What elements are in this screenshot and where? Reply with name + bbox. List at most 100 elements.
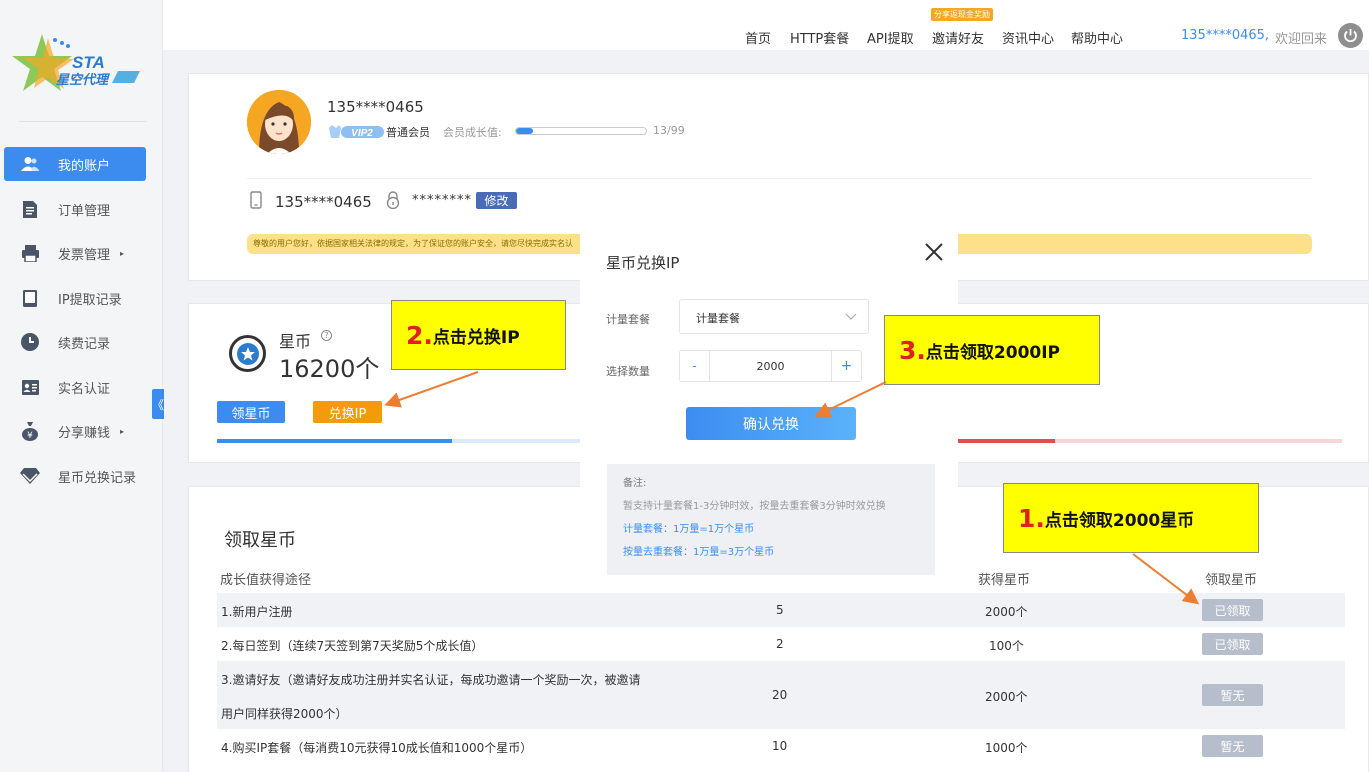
- unavailable-badge[interactable]: 暂无: [1202, 735, 1263, 757]
- callout-number: 1.: [1018, 503, 1045, 533]
- sidebar-collapse-button[interactable]: 《: [152, 389, 164, 419]
- exchange-ip-button[interactable]: 兑换IP: [313, 401, 382, 423]
- quantity-increment-button[interactable]: +: [831, 350, 862, 382]
- promo-badge: 分享返现金奖励: [931, 8, 993, 21]
- clock-icon: [20, 332, 40, 352]
- help-icon[interactable]: ?: [321, 330, 332, 341]
- growth-label: 会员成长值:: [443, 126, 502, 139]
- sidebar-item-share-earn[interactable]: ¥ 分享赚钱 ▸: [4, 414, 146, 448]
- modify-password-button[interactable]: 修改: [476, 192, 517, 209]
- table-row: 1.新用户注册 5 2000个 已领取: [217, 593, 1345, 627]
- package-label: 计量套餐: [606, 313, 650, 326]
- callout-text: 点击兑换IP: [432, 327, 520, 348]
- svg-text:STA: STA: [72, 53, 105, 72]
- row-coins: 2000个: [985, 605, 1028, 619]
- nav-invite-friends[interactable]: 邀请好友: [932, 28, 984, 47]
- growth-value: 13/99: [653, 124, 685, 137]
- star-coin-icon: [229, 335, 266, 372]
- package-value: 计量套餐: [696, 312, 740, 325]
- sidebar-item-ip-records[interactable]: IP提取记录: [4, 281, 146, 315]
- get-coins-button[interactable]: 领星币: [217, 401, 285, 423]
- row-growth: 10: [772, 739, 788, 753]
- svg-text:¥: ¥: [27, 431, 33, 441]
- sidebar-item-label: 实名认证: [58, 381, 111, 397]
- nav-api-extract[interactable]: API提取: [867, 28, 914, 47]
- notes-line: 暂支持计量套餐1-3分钟时效，按量去重套餐3分钟时效兑换: [623, 501, 886, 512]
- document-icon: [20, 199, 40, 219]
- row-growth: 2: [776, 637, 784, 651]
- callout-number: 2.: [406, 320, 433, 350]
- claimed-badge[interactable]: 已领取: [1202, 633, 1263, 655]
- quantity-input[interactable]: 2000: [710, 350, 831, 382]
- sidebar-item-coin-records[interactable]: 星币兑换记录: [4, 459, 146, 493]
- callout-text: 点击领取2000IP: [925, 342, 1061, 363]
- user-icon: [20, 154, 40, 174]
- sidebar-item-label: IP提取记录: [58, 292, 122, 308]
- svg-text:VIP2: VIP2: [351, 128, 373, 139]
- row-coins: 100个: [989, 639, 1024, 653]
- unavailable-badge[interactable]: 暂无: [1202, 684, 1263, 706]
- column-header-method: 成长值获得途径: [220, 573, 312, 588]
- row-growth: 5: [776, 603, 784, 617]
- sidebar-item-orders[interactable]: 订单管理: [4, 192, 146, 226]
- row-desc: 1.新用户注册: [221, 605, 293, 619]
- row-growth: 20: [772, 688, 788, 702]
- row-coins: 2000个: [985, 690, 1028, 704]
- sidebar-item-label: 续费记录: [58, 336, 111, 352]
- column-header-claim: 领取星币: [1205, 573, 1258, 588]
- member-type: 普通会员: [386, 126, 430, 139]
- printer-icon: [20, 243, 40, 263]
- row-desc: 4.购买IP套餐（每消费10元获得10成长值和1000个星币）: [221, 741, 533, 755]
- quantity-label: 选择数量: [606, 365, 650, 378]
- close-icon[interactable]: [921, 239, 947, 269]
- table-row: 2.每日签到（连续7天签到第7天奖励5个成长值） 2 100个 已领取: [217, 627, 1345, 661]
- row-desc: 用户同样获得2000个）: [221, 707, 348, 721]
- phone-icon: [250, 191, 262, 213]
- brand-logo[interactable]: STA 星空代理: [10, 28, 145, 103]
- sidebar-item-renewals[interactable]: 续费记录: [4, 325, 146, 359]
- row-desc: 3.邀请好友（邀请好友成功注册并实名认证，每成功邀请一个奖励一次，被邀请: [221, 673, 641, 687]
- quantity-decrement-button[interactable]: -: [679, 350, 710, 382]
- row-coins: 1000个: [985, 741, 1028, 755]
- table-row: 4.购买IP套餐（每消费10元获得10成长值和1000个星币） 10 1000个…: [217, 729, 1345, 763]
- table-row: 3.邀请好友（邀请好友成功注册并实名认证，每成功邀请一个奖励一次，被邀请 用户同…: [217, 661, 1345, 729]
- column-header-coins: 获得星币: [978, 573, 1031, 588]
- user-phone-link[interactable]: 135****0465,: [1181, 28, 1269, 43]
- sidebar-item-label: 分享赚钱: [58, 425, 111, 441]
- bound-phone: 135****0465: [275, 193, 372, 211]
- welcome-text: 欢迎回来: [1275, 32, 1328, 47]
- callout-step-2: 2. 点击兑换IP: [391, 300, 566, 370]
- logout-power-icon[interactable]: [1338, 23, 1363, 48]
- account-phone: 135****0465: [327, 98, 424, 116]
- vip-badge: VIP2: [327, 124, 385, 140]
- nav-home[interactable]: 首页: [745, 28, 771, 47]
- confirm-exchange-button[interactable]: 确认兑换: [686, 407, 856, 440]
- sidebar-item-my-account[interactable]: 我的账户: [4, 147, 146, 181]
- submenu-caret-icon: ▸: [120, 248, 125, 258]
- id-card-icon: [20, 377, 40, 397]
- claimed-badge[interactable]: 已领取: [1202, 599, 1263, 621]
- notes-line: 按量去重套餐：1万量=3万个星币: [623, 547, 775, 558]
- divider: [247, 178, 1312, 179]
- row-desc: 2.每日签到（连续7天签到第7天奖励5个成长值）: [221, 639, 484, 653]
- coin-progress-fill: [217, 439, 452, 443]
- callout-step-3: 3. 点击领取2000IP: [884, 315, 1100, 385]
- sidebar-item-label: 订单管理: [58, 203, 111, 219]
- notes-line: 计量套餐：1万量=1万个星币: [623, 524, 755, 535]
- nav-help[interactable]: 帮助中心: [1071, 28, 1123, 47]
- tablet-icon: [20, 288, 40, 308]
- nav-http-plans[interactable]: HTTP套餐: [790, 28, 849, 47]
- sidebar-item-verification[interactable]: 实名认证: [4, 370, 146, 404]
- callout-number: 3.: [899, 335, 926, 365]
- nav-news[interactable]: 资讯中心: [1002, 28, 1054, 47]
- callout-text: 点击领取2000星币: [1044, 510, 1195, 531]
- money-bag-icon: ¥: [20, 421, 40, 441]
- sidebar-item-label: 我的账户: [58, 158, 111, 174]
- notes-heading: 备注:: [623, 478, 647, 489]
- avatar[interactable]: [247, 90, 311, 154]
- coin-balance: 16200个: [279, 355, 380, 383]
- sidebar-item-invoices[interactable]: 发票管理 ▸: [4, 236, 146, 270]
- svg-text:星空代理: 星空代理: [56, 72, 110, 88]
- callout-step-1: 1. 点击领取2000星币: [1003, 483, 1259, 553]
- diamond-icon: [20, 466, 40, 486]
